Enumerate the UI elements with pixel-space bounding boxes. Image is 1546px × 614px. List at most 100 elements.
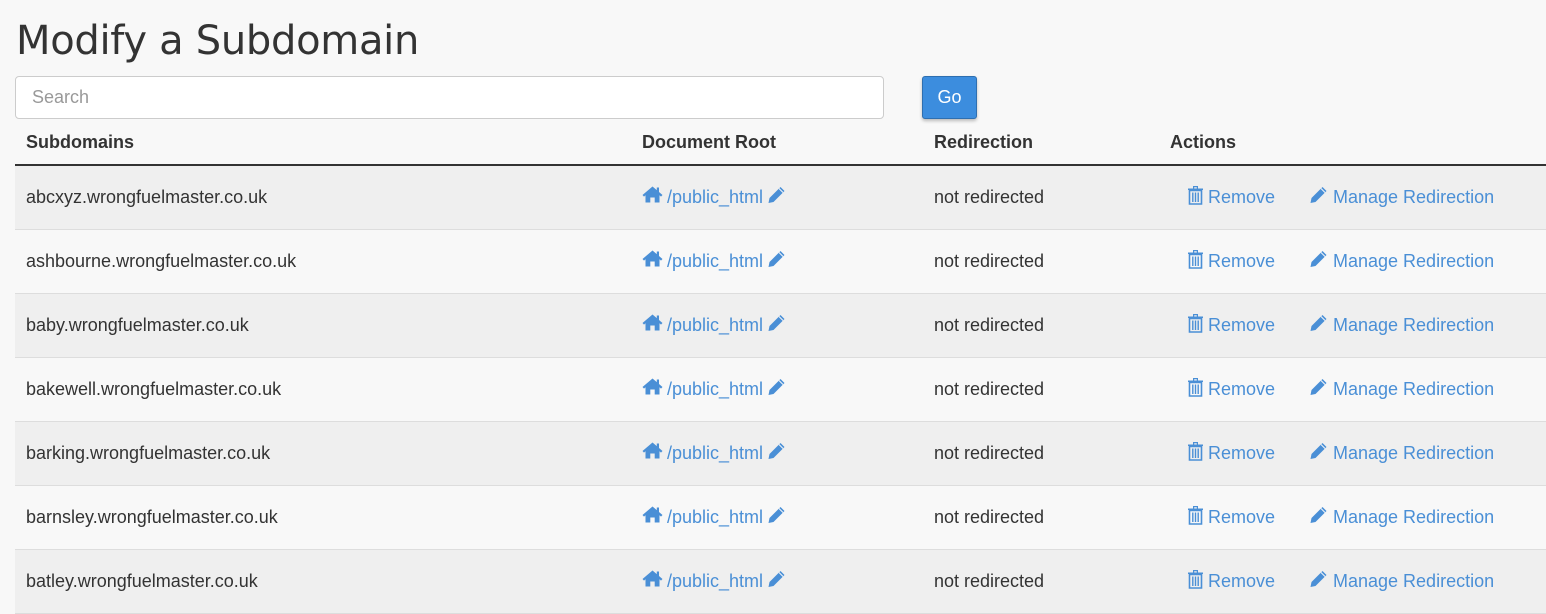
redirection-cell: not redirected	[923, 357, 1159, 422]
manage-redirection-label: Manage Redirection	[1333, 186, 1495, 207]
redirection-status: not redirected	[934, 186, 1045, 207]
manage-redirection-link[interactable]: Manage Redirection	[1309, 186, 1494, 209]
document-root-cell: /public_html	[631, 229, 923, 294]
home-icon	[642, 442, 663, 464]
trash-icon	[1187, 377, 1204, 402]
remove-link[interactable]: Remove	[1187, 313, 1309, 338]
actions-cell: Remove Manage Redirection	[1159, 165, 1546, 230]
document-root-path: /public_html	[667, 442, 764, 463]
redirection-status: not redirected	[934, 506, 1045, 527]
manage-redirection-link[interactable]: Manage Redirection	[1309, 442, 1494, 465]
manage-redirection-label: Manage Redirection	[1333, 506, 1495, 527]
header-redirection[interactable]: Redirection	[923, 120, 1159, 166]
trash-icon	[1187, 313, 1204, 338]
document-root-cell: /public_html	[631, 293, 923, 358]
actions-cell: Remove Manage Redirection	[1159, 293, 1546, 358]
subdomain-name: barking.wrongfuelmaster.co.uk	[26, 442, 271, 463]
document-root-link[interactable]: /public_html	[642, 570, 786, 593]
remove-link[interactable]: Remove	[1187, 441, 1309, 466]
remove-label: Remove	[1208, 250, 1276, 271]
document-root-link[interactable]: /public_html	[642, 186, 786, 209]
home-icon	[642, 570, 663, 592]
home-icon	[642, 378, 663, 400]
remove-link[interactable]: Remove	[1187, 249, 1309, 274]
remove-label: Remove	[1208, 186, 1276, 207]
remove-label: Remove	[1208, 506, 1276, 527]
actions-cell: Remove Manage Redirection	[1159, 421, 1546, 486]
manage-redirection-label: Manage Redirection	[1333, 442, 1495, 463]
document-root-link[interactable]: /public_html	[642, 314, 786, 337]
subdomain-cell: bakewell.wrongfuelmaster.co.uk	[15, 357, 631, 422]
pencil-icon[interactable]	[767, 186, 786, 209]
pencil-icon[interactable]	[767, 442, 786, 465]
redirection-status: not redirected	[934, 570, 1045, 591]
pencil-icon[interactable]	[767, 314, 786, 337]
document-root-link[interactable]: /public_html	[642, 506, 786, 529]
home-icon	[642, 186, 663, 208]
subdomain-name: abcxyz.wrongfuelmaster.co.uk	[26, 186, 268, 207]
pencil-icon[interactable]	[767, 570, 786, 593]
pencil-icon	[1309, 186, 1328, 209]
actions-cell: Remove Manage Redirection	[1159, 229, 1546, 294]
table-row: bakewell.wrongfuelmaster.co.uk /public_h…	[15, 357, 1546, 422]
manage-redirection-link[interactable]: Manage Redirection	[1309, 378, 1494, 401]
subdomain-name: bakewell.wrongfuelmaster.co.uk	[26, 378, 282, 399]
remove-link[interactable]: Remove	[1187, 185, 1309, 210]
manage-redirection-label: Manage Redirection	[1333, 378, 1495, 399]
redirection-status: not redirected	[934, 250, 1045, 271]
subdomain-name: ashbourne.wrongfuelmaster.co.uk	[26, 250, 297, 271]
pencil-icon[interactable]	[767, 378, 786, 401]
pencil-icon	[1309, 506, 1328, 529]
document-root-path: /public_html	[667, 186, 764, 207]
subdomain-name: batley.wrongfuelmaster.co.uk	[26, 570, 258, 591]
table-row: batley.wrongfuelmaster.co.uk /public_htm…	[15, 549, 1546, 614]
redirection-status: not redirected	[934, 442, 1045, 463]
table-row: barking.wrongfuelmaster.co.uk /public_ht…	[15, 421, 1546, 486]
manage-redirection-link[interactable]: Manage Redirection	[1309, 570, 1494, 593]
manage-redirection-link[interactable]: Manage Redirection	[1309, 250, 1494, 273]
pencil-icon[interactable]	[767, 506, 786, 529]
document-root-path: /public_html	[667, 314, 764, 335]
trash-icon	[1187, 569, 1204, 594]
search-input[interactable]	[15, 76, 884, 119]
pencil-icon	[1309, 442, 1328, 465]
table-body: abcxyz.wrongfuelmaster.co.uk /public_htm…	[15, 165, 1546, 614]
header-actions: Actions	[1159, 120, 1546, 166]
trash-icon	[1187, 441, 1204, 466]
home-icon	[642, 314, 663, 336]
home-icon	[642, 250, 663, 272]
manage-redirection-link[interactable]: Manage Redirection	[1309, 506, 1494, 529]
redirection-status: not redirected	[934, 378, 1045, 399]
manage-redirection-link[interactable]: Manage Redirection	[1309, 314, 1494, 337]
document-root-link[interactable]: /public_html	[642, 378, 786, 401]
document-root-link[interactable]: /public_html	[642, 250, 786, 273]
table-row: baby.wrongfuelmaster.co.uk /public_html …	[15, 293, 1546, 358]
redirection-cell: not redirected	[923, 549, 1159, 614]
header-subdomains[interactable]: Subdomains	[15, 120, 631, 166]
actions-cell: Remove Manage Redirection	[1159, 549, 1546, 614]
document-root-path: /public_html	[667, 506, 764, 527]
trash-icon	[1187, 249, 1204, 274]
subdomain-cell: ashbourne.wrongfuelmaster.co.uk	[15, 229, 631, 294]
redirection-cell: not redirected	[923, 293, 1159, 358]
manage-redirection-label: Manage Redirection	[1333, 314, 1495, 335]
header-document-root[interactable]: Document Root	[631, 120, 923, 166]
subdomain-cell: abcxyz.wrongfuelmaster.co.uk	[15, 165, 631, 230]
table-row: barnsley.wrongfuelmaster.co.uk /public_h…	[15, 485, 1546, 550]
document-root-cell: /public_html	[631, 549, 923, 614]
remove-label: Remove	[1208, 570, 1276, 591]
go-button[interactable]: Go	[922, 76, 977, 119]
home-icon	[642, 506, 663, 528]
redirection-cell: not redirected	[923, 485, 1159, 550]
actions-cell: Remove Manage Redirection	[1159, 357, 1546, 422]
remove-link[interactable]: Remove	[1187, 377, 1309, 402]
subdomain-cell: barking.wrongfuelmaster.co.uk	[15, 421, 631, 486]
document-root-cell: /public_html	[631, 485, 923, 550]
remove-link[interactable]: Remove	[1187, 569, 1309, 594]
pencil-icon[interactable]	[767, 250, 786, 273]
document-root-path: /public_html	[667, 250, 764, 271]
document-root-link[interactable]: /public_html	[642, 442, 786, 465]
table-header-row: Subdomains Document Root Redirection Act…	[15, 120, 1546, 166]
remove-link[interactable]: Remove	[1187, 505, 1309, 530]
subdomain-cell: baby.wrongfuelmaster.co.uk	[15, 293, 631, 358]
